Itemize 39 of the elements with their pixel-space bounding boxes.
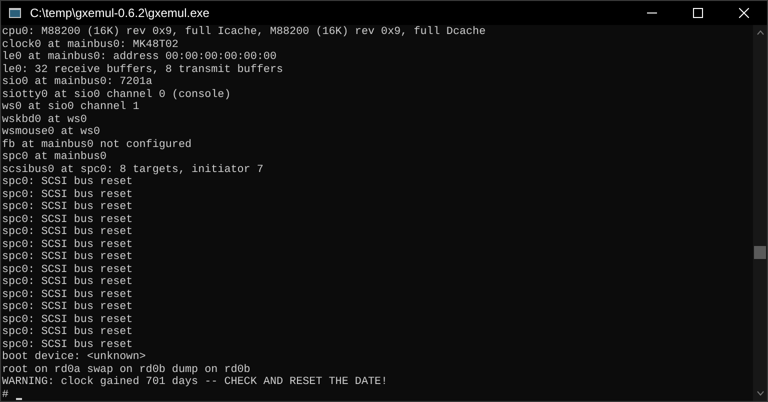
console-line: spc0: SCSI bus reset (2, 338, 133, 351)
console-line: spc0: SCSI bus reset (2, 314, 133, 326)
console-line: clock0 at mainbus0: MK48T02 (2, 38, 178, 51)
shell-prompt: # (2, 388, 9, 401)
console-line: spc0: SCSI bus reset (2, 276, 133, 288)
console-line: scsibus0 at spc0: 8 targets, initiator 7 (2, 164, 264, 176)
console-line: spc0: SCSI bus reset (2, 201, 133, 214)
console-line: spc0: SCSI bus reset (2, 188, 133, 201)
scrollbar[interactable] (753, 25, 767, 401)
window-title: C:\temp\gxemul-0.6.2\gxemul.exe (30, 5, 210, 22)
console-line: spc0: SCSI bus reset (2, 251, 133, 264)
console-line: spc0: SCSI bus reset (2, 176, 133, 188)
maximize-icon (693, 8, 703, 18)
console-line: le0: 32 receive buffers, 8 transmit buffers (2, 64, 284, 76)
scroll-thumb[interactable] (754, 246, 766, 259)
scroll-up-icon[interactable] (756, 30, 764, 35)
console-line: spc0: SCSI bus reset (2, 264, 133, 276)
console-line: wskbd0 at ws0 (2, 114, 87, 126)
console-line: spc0 at mainbus0 (2, 151, 107, 164)
console-line: fb at mainbus0 not configured (2, 138, 192, 151)
console-line: boot device: <unknown> (2, 351, 146, 364)
scroll-down-icon[interactable] (756, 391, 764, 396)
text-cursor (16, 398, 22, 400)
console-line: spc0: SCSI bus reset (2, 214, 133, 226)
console-line: spc0: SCSI bus reset (2, 226, 133, 238)
console-line: spc0: SCSI bus reset (2, 238, 133, 251)
console-line: spc0: SCSI bus reset (2, 288, 133, 301)
console-line: spc0: SCSI bus reset (2, 301, 133, 314)
console-line: le0 at mainbus0: address 00:00:00:00:00:00 (2, 51, 276, 64)
console-line: root on rd0a swap on rd0b dump on rd0b (2, 364, 250, 376)
console-line: spc0: SCSI bus reset (2, 326, 133, 338)
console-line: WARNING: clock gained 701 days -- CHECK AND RESET THE DATE! (2, 376, 388, 388)
close-icon (739, 8, 749, 18)
console-line: sio0 at mainbus0: 7201a (2, 76, 152, 88)
console-line: wsmouse0 at ws0 (2, 126, 100, 138)
console-app-icon (9, 8, 21, 18)
console-line: ws0 at sio0 channel 1 (2, 101, 140, 114)
console-line: siotty0 at sio0 channel 0 (console) (2, 88, 231, 101)
console-line: cpu0: M88200 (16K) rev 0x9, full Icache, M88200 (16K) rev 0x9, full Dcache (2, 26, 486, 38)
